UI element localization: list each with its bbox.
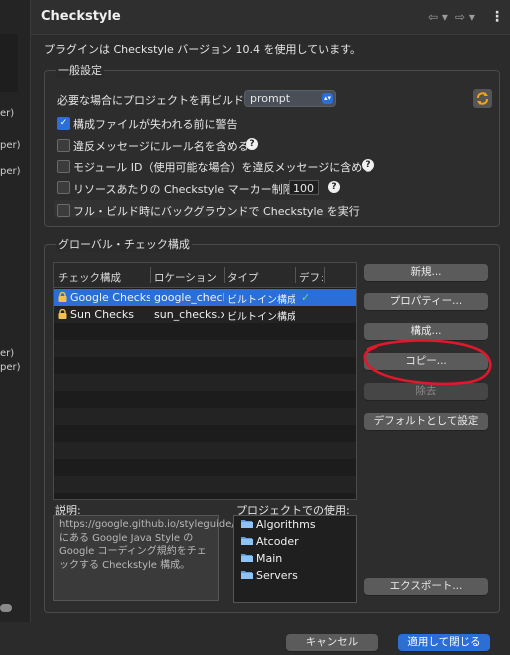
default-check-icon: ✓ — [301, 291, 311, 304]
project-folder-icon — [241, 536, 253, 546]
empty-row — [54, 374, 356, 391]
project-usage-list: Algorithms Atcoder Main Servers — [233, 515, 357, 603]
lock-icon — [58, 292, 67, 302]
page-title: Checkstyle — [41, 9, 121, 24]
help-icon[interactable]: ? — [362, 159, 374, 171]
nav-item-fragment[interactable]: er) — [0, 108, 14, 119]
column-header-type[interactable]: タイプ — [227, 270, 295, 285]
config-location-cell: google_checks.xml — [154, 291, 224, 304]
empty-row — [54, 408, 356, 425]
marker-limit-input[interactable]: 100 — [289, 180, 319, 195]
include-module-id-checkbox[interactable] — [57, 160, 70, 173]
annotation-ellipse — [363, 339, 492, 386]
project-folder-icon — [241, 519, 253, 529]
cancel-button[interactable]: キャンセル — [286, 634, 378, 651]
nav-item-fragment[interactable]: per) — [0, 166, 21, 177]
nav-search-area — [0, 34, 18, 92]
config-name: Google Checks — [70, 291, 150, 304]
config-type-cell: ビルトイン構成 — [227, 295, 295, 306]
set-default-button[interactable]: デフォルトとして設定 — [364, 413, 488, 430]
preferences-nav-pane: er) per) per) er) per) — [0, 0, 31, 655]
sync-icon — [477, 92, 488, 105]
lock-icon — [58, 309, 67, 319]
project-name: Algorithms — [256, 518, 316, 531]
empty-row — [54, 340, 356, 357]
config-location-cell: sun_checks.xml — [154, 308, 224, 321]
rebuild-select[interactable]: prompt ▴▾ — [244, 90, 336, 107]
nav-item-fragment[interactable]: per) — [0, 362, 21, 373]
nav-item-fragment[interactable]: er) — [0, 348, 14, 359]
version-info-text: プラグインは Checkstyle バージョン 10.4 を使用しています。 — [44, 43, 362, 56]
background-run-label: フル・ビルド時にバックグラウンドで Checkstyle を実行 — [73, 205, 360, 218]
config-name-cell: Sun Checks — [58, 308, 150, 321]
column-header-name[interactable]: チェック構成 — [58, 270, 150, 285]
config-type-cell: ビルトイン構成 — [227, 312, 295, 323]
warn-missing-config-label: 構成ファイルが失われる前に警告 — [73, 118, 238, 131]
project-name: Main — [256, 552, 283, 565]
empty-row — [54, 476, 356, 493]
empty-row — [54, 442, 356, 459]
include-rule-name-checkbox[interactable] — [57, 139, 70, 152]
project-name: Atcoder — [256, 535, 299, 548]
apply-and-close-button[interactable]: 適用して閉じる — [398, 634, 490, 651]
view-menu-icon[interactable]: ⋮ — [490, 9, 504, 25]
export-button[interactable]: エクスポート... — [364, 578, 488, 595]
global-config-label: グローバル・チェック構成 — [56, 236, 192, 252]
include-rule-name-label: 違反メッセージにルール名を含める — [73, 140, 249, 153]
table-row[interactable]: Sun Checks sun_checks.xml ビルトイン構成 — [54, 306, 356, 323]
project-name: Servers — [256, 569, 298, 582]
rebuild-select-value: prompt — [250, 92, 291, 105]
list-item: Atcoder — [241, 535, 299, 548]
refresh-rebuild-button[interactable] — [473, 89, 492, 108]
properties-button[interactable]: プロパティー... — [364, 293, 488, 310]
column-header-default[interactable]: デフォ — [299, 270, 323, 285]
warn-missing-config-checkbox[interactable]: ✓ — [57, 117, 70, 130]
column-divider[interactable] — [324, 267, 325, 283]
general-settings-label: 一般設定 — [56, 62, 104, 78]
column-divider[interactable] — [295, 267, 296, 283]
table-row[interactable]: Google Checks google_checks.xml ビルトイン構成 … — [54, 289, 356, 306]
background-run-checkbox[interactable] — [57, 204, 70, 217]
list-item: Algorithms — [241, 518, 316, 531]
rebuild-label: 必要な場合にプロジェクトを再ビルド: — [57, 94, 248, 107]
column-divider[interactable] — [150, 267, 151, 283]
list-item: Servers — [241, 569, 298, 582]
nav-item-fragment[interactable]: per) — [0, 140, 21, 151]
help-icon[interactable]: ? — [246, 138, 258, 150]
description-text: https://google.github.io/styleguide/java… — [53, 515, 310, 601]
project-folder-icon — [241, 570, 253, 580]
column-header-location[interactable]: ロケーション — [154, 270, 224, 285]
column-divider[interactable] — [224, 267, 225, 283]
back-icon[interactable]: ⇦ ▾ — [428, 10, 448, 24]
config-name-cell: Google Checks — [58, 291, 150, 304]
list-item: Main — [241, 552, 282, 565]
table-header: チェック構成 ロケーション タイプ デフォ — [54, 263, 356, 288]
include-module-id-label: モジュール ID（使用可能な場合）を違反メッセージに含める — [73, 161, 374, 174]
help-icon[interactable]: ? — [328, 181, 340, 193]
marker-limit-checkbox[interactable] — [57, 181, 70, 194]
project-folder-icon — [241, 553, 253, 563]
check-config-table[interactable]: チェック構成 ロケーション タイプ デフォ Google Checks goog… — [53, 262, 357, 500]
nav-scrollbar[interactable] — [0, 604, 12, 612]
forward-icon[interactable]: ⇨ ▾ — [455, 10, 475, 24]
marker-limit-label: リソースあたりの Checkstyle マーカー制限 — [73, 183, 294, 196]
new-config-button[interactable]: 新規... — [364, 264, 488, 281]
chevron-updown-icon: ▴▾ — [322, 93, 333, 104]
config-name: Sun Checks — [70, 308, 134, 321]
